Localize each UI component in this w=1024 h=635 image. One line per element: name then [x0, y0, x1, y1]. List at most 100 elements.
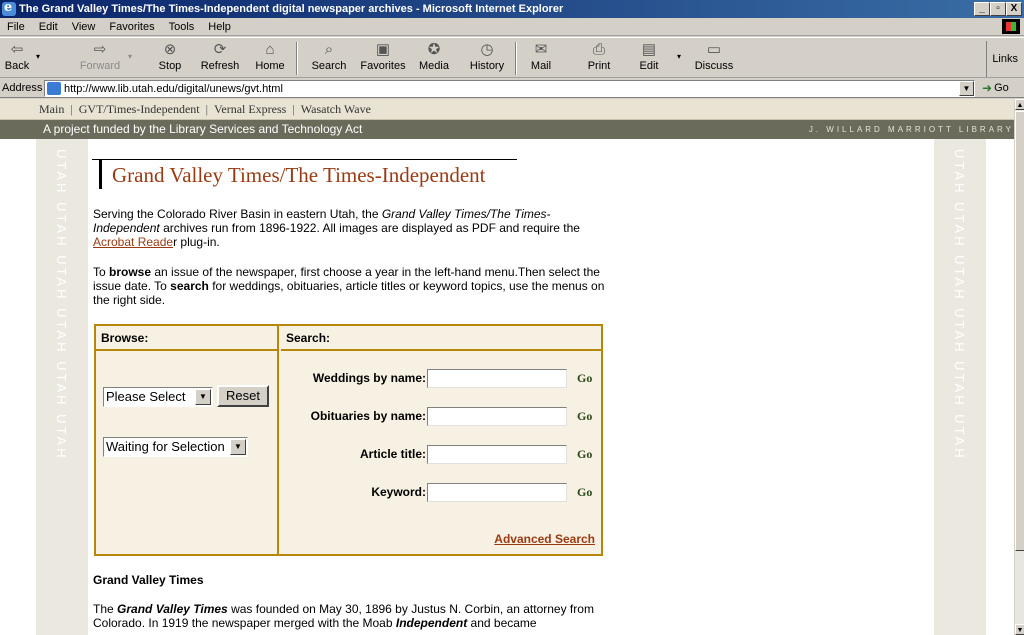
- search-button[interactable]: ⌕ Search: [310, 41, 348, 72]
- vertical-scrollbar[interactable]: ▲ ▼: [1014, 99, 1024, 635]
- go-arrow-icon: ➜: [982, 81, 993, 95]
- article-title-search-row: Article title: Go: [281, 445, 601, 465]
- edit-dropdown-icon[interactable]: ▾: [677, 52, 681, 61]
- menu-file[interactable]: File: [0, 21, 32, 33]
- scroll-down-icon[interactable]: ▼: [1015, 624, 1024, 635]
- stop-icon: ⊗: [163, 41, 177, 58]
- history-button[interactable]: ◷ History: [467, 41, 507, 72]
- heading-accent-bar: [99, 160, 102, 189]
- back-dropdown-icon[interactable]: ▾: [36, 52, 40, 61]
- links-button[interactable]: Links: [986, 41, 1018, 77]
- article-title-label: Article title:: [359, 447, 426, 461]
- gvt-section-heading: Grand Valley Times: [93, 573, 204, 587]
- mail-icon: ✉: [534, 41, 548, 58]
- weddings-search-row: Weddings by name: Go: [281, 369, 601, 389]
- chevron-down-icon: ▼: [230, 439, 246, 455]
- stop-button[interactable]: ⊗ Stop: [155, 41, 185, 72]
- nav-link-wasatch-wave[interactable]: Wasatch Wave: [301, 102, 371, 116]
- instructions-paragraph: To browse an issue of the newspaper, fir…: [93, 265, 605, 307]
- home-icon: ⌂: [265, 41, 275, 58]
- article-title-input[interactable]: [427, 445, 567, 464]
- address-label: Address: [2, 82, 43, 94]
- media-icon: ✪: [427, 41, 441, 58]
- address-input[interactable]: http://www.lib.utah.edu/digital/unews/gv…: [44, 80, 975, 97]
- nav-link-gvt[interactable]: GVT/Times-Independent: [79, 102, 200, 116]
- discuss-button[interactable]: ▭ Discuss: [694, 41, 734, 72]
- forward-arrow-icon: ⇨: [93, 41, 107, 58]
- weddings-go-button[interactable]: Go: [577, 371, 592, 386]
- internet-explorer-icon: [2, 0, 16, 17]
- toolbar-separator: [515, 42, 517, 75]
- windows-logo-icon: [1002, 19, 1020, 34]
- obituaries-go-button[interactable]: Go: [577, 409, 592, 424]
- chevron-down-icon: ▼: [195, 389, 211, 405]
- close-button[interactable]: X: [1006, 2, 1022, 16]
- acrobat-reader-link[interactable]: Acrobat Reade: [93, 235, 173, 249]
- printer-icon: ⎙: [592, 41, 605, 58]
- reset-button[interactable]: Reset: [217, 385, 269, 407]
- keyword-go-button[interactable]: Go: [577, 485, 592, 500]
- right-utah-watermark: UTAH UTAH UTAH UTAH UTAH UTAH: [934, 139, 986, 635]
- search-header: Search:: [281, 326, 601, 351]
- nav-separator: |: [292, 102, 295, 116]
- menu-favorites[interactable]: Favorites: [102, 21, 161, 33]
- weddings-label: Weddings by name:: [312, 371, 426, 385]
- year-select[interactable]: Please Select ▼: [103, 387, 213, 407]
- address-url[interactable]: http://www.lib.utah.edu/digital/unews/gv…: [64, 83, 283, 95]
- left-utah-watermark: UTAH UTAH UTAH UTAH UTAH UTAH: [36, 139, 88, 635]
- print-button[interactable]: ⎙ Print: [584, 41, 614, 72]
- maximize-button[interactable]: ▫: [990, 2, 1006, 16]
- keyword-input[interactable]: [427, 483, 567, 502]
- scroll-up-icon[interactable]: ▲: [1015, 99, 1024, 110]
- issue-select[interactable]: Waiting for Selection ▼: [103, 437, 248, 457]
- window-title: The Grand Valley Times/The Times-Indepen…: [19, 3, 564, 15]
- nav-link-vernal-express[interactable]: Vernal Express: [214, 102, 286, 116]
- intro-paragraph: Serving the Colorado River Basin in east…: [93, 207, 580, 249]
- history-icon: ◷: [480, 41, 494, 58]
- media-button[interactable]: ✪ Media: [418, 41, 450, 72]
- edit-button[interactable]: ▤ Edit: [636, 41, 662, 72]
- funding-text: A project funded by the Library Services…: [43, 122, 363, 136]
- browse-column: Browse: Please Select ▼ Reset Waiting fo…: [96, 326, 279, 554]
- search-icon: ⌕: [324, 41, 334, 58]
- minimize-button[interactable]: _: [974, 2, 990, 16]
- favorites-folder-icon: ▣: [375, 41, 391, 58]
- nav-separator: |: [205, 102, 209, 116]
- forward-dropdown-icon[interactable]: ▾: [128, 52, 132, 61]
- refresh-button[interactable]: ⟳ Refresh: [199, 41, 241, 72]
- browse-header: Browse:: [96, 326, 277, 351]
- home-button[interactable]: ⌂ Home: [254, 41, 286, 72]
- menu-edit[interactable]: Edit: [32, 21, 65, 33]
- menu-view[interactable]: View: [65, 21, 103, 33]
- keyword-search-row: Keyword: Go: [281, 483, 601, 503]
- keyword-label: Keyword:: [371, 485, 426, 499]
- forward-button[interactable]: ⇨ Forward: [78, 41, 122, 72]
- advanced-search-link[interactable]: Advanced Search: [494, 532, 595, 546]
- heading-rule: Grand Valley Times/The Times-Independent: [92, 159, 517, 189]
- gvt-history-paragraph: The Grand Valley Times was founded on Ma…: [93, 602, 594, 630]
- browse-search-panel: Browse: Please Select ▼ Reset Waiting fo…: [94, 324, 603, 556]
- menu-tools[interactable]: Tools: [162, 21, 202, 33]
- library-name: J. WILLARD MARRIOTT LIBRARY: [808, 125, 1014, 134]
- obituaries-name-input[interactable]: [427, 407, 567, 426]
- address-dropdown-icon[interactable]: ▼: [959, 81, 974, 96]
- window-titlebar: The Grand Valley Times/The Times-Indepen…: [0, 0, 1024, 18]
- go-button[interactable]: ➜ Go: [982, 81, 1009, 95]
- back-button[interactable]: ⇦ Back: [2, 41, 32, 72]
- page-icon: [47, 82, 61, 95]
- scrollbar-thumb[interactable]: [1015, 111, 1024, 551]
- mail-button[interactable]: ✉ Mail: [526, 41, 556, 72]
- weddings-name-input[interactable]: [427, 369, 567, 388]
- favorites-button[interactable]: ▣ Favorites: [357, 41, 409, 72]
- discuss-icon: ▭: [706, 41, 722, 58]
- obituaries-label: Obituaries by name:: [310, 409, 426, 423]
- refresh-icon: ⟳: [213, 41, 227, 58]
- page-viewport: Main | GVT/Times-Independent | Vernal Expres…: [0, 99, 1014, 635]
- back-arrow-icon: ⇦: [10, 41, 24, 58]
- toolbar: ⇦ Back ▾ ⇨ Forward ▾ ⊗ Stop ⟳ Refresh ⌂ …: [0, 37, 1024, 78]
- menu-bar: File Edit View Favorites Tools Help: [0, 18, 1024, 36]
- menu-help[interactable]: Help: [201, 21, 238, 33]
- toolbar-separator: [296, 42, 298, 75]
- article-title-go-button[interactable]: Go: [577, 447, 592, 462]
- nav-link-main[interactable]: Main: [39, 102, 64, 116]
